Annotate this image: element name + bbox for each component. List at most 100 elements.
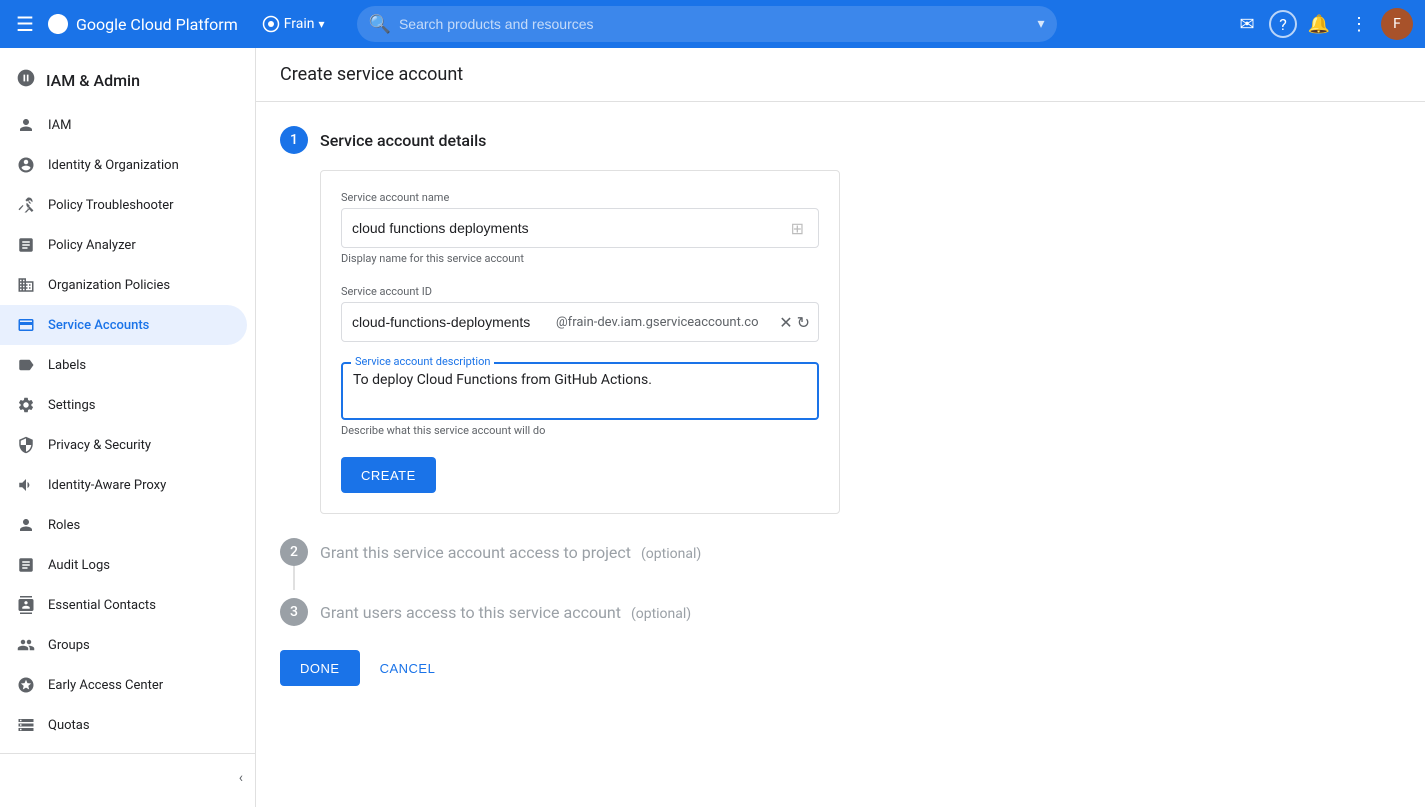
sidebar-item-essential-contacts[interactable]: Essential Contacts: [0, 585, 247, 625]
sidebar-item-service-accounts[interactable]: Service Accounts: [0, 305, 247, 345]
sidebar-title: IAM & Admin: [46, 71, 140, 90]
app-logo: Google Cloud Platform: [46, 12, 238, 36]
sidebar-item-settings[interactable]: Settings: [0, 385, 247, 425]
main-content: Create service account 1 Service account…: [256, 48, 1425, 807]
cancel-button[interactable]: CANCEL: [368, 650, 448, 686]
sidebar-item-roles[interactable]: Roles: [0, 505, 247, 545]
policy-troubleshooter-icon: [16, 196, 36, 214]
step1-circle: 1: [280, 126, 308, 154]
sidebar-item-label: Groups: [48, 638, 90, 653]
sidebar-item-identity-aware-proxy[interactable]: Identity-Aware Proxy: [0, 465, 247, 505]
name-type-icon: ⊞: [787, 215, 808, 242]
step1-section: 1 Service account details Service accoun…: [280, 126, 1401, 514]
sidebar-item-label: Essential Contacts: [48, 598, 156, 613]
step2-subtitle: (optional): [641, 546, 701, 562]
page-header: Create service account: [256, 48, 1425, 102]
iam-icon: [16, 116, 36, 134]
sidebar-item-label: Quotas: [48, 718, 90, 733]
id-input-row: @frain-dev.iam.gserviceaccount.co ✕ ↻: [341, 302, 819, 342]
audit-logs-icon: [16, 556, 36, 574]
step2-title: Grant this service account access to pro…: [320, 543, 701, 562]
step2-circle: 2: [280, 538, 308, 566]
sidebar-item-label: Roles: [48, 518, 80, 533]
id-clear-button[interactable]: ✕: [779, 313, 792, 332]
help-icon[interactable]: ?: [1269, 10, 1297, 38]
step3-section: 3 Grant users access to this service acc…: [280, 598, 1401, 626]
create-button[interactable]: CREATE: [341, 457, 436, 493]
policy-analyzer-icon: [16, 236, 36, 254]
search-icon: 🔍: [369, 14, 391, 35]
identity-org-icon: [16, 156, 36, 174]
notifications-icon[interactable]: 🔔: [1301, 6, 1337, 42]
essential-contacts-icon: [16, 596, 36, 614]
sidebar-item-org-policies[interactable]: Organization Policies: [0, 265, 247, 305]
sidebar-item-label: Audit Logs: [48, 558, 110, 573]
support-icon[interactable]: ✉: [1229, 6, 1265, 42]
sidebar-item-quotas[interactable]: Quotas: [0, 705, 247, 745]
name-field-hint: Display name for this service account: [341, 252, 819, 265]
id-field-full: Service account ID @frain-dev.iam.gservi…: [341, 285, 819, 342]
step1-form-card: Service account name ⊞ Display name for …: [320, 170, 840, 514]
sidebar-item-label: Early Access Center: [48, 678, 163, 693]
sidebar-item-label: Policy Analyzer: [48, 238, 136, 253]
service-account-desc-textarea[interactable]: [353, 372, 807, 408]
sidebar-item-label: Service Accounts: [48, 318, 149, 333]
done-button[interactable]: DONE: [280, 650, 360, 686]
sidebar-item-label: Policy Troubleshooter: [48, 198, 174, 213]
roles-icon: [16, 516, 36, 534]
sidebar-item-early-access-center[interactable]: Early Access Center: [0, 665, 247, 705]
desc-field-hint: Describe what this service account will …: [341, 424, 819, 437]
sidebar-item-groups[interactable]: Groups: [0, 625, 247, 665]
project-dropdown-icon: ▾: [319, 17, 325, 31]
menu-icon[interactable]: ☰: [12, 8, 38, 40]
identity-aware-proxy-icon: [16, 476, 36, 494]
sidebar-item-policy-troubleshooter[interactable]: Policy Troubleshooter: [0, 185, 247, 225]
search-input[interactable]: [399, 16, 1030, 32]
desc-field-label: Service account description: [351, 355, 494, 368]
sidebar-item-iam[interactable]: IAM: [0, 105, 247, 145]
service-accounts-icon: [16, 316, 36, 334]
sidebar-item-labels[interactable]: Labels: [0, 345, 247, 385]
service-account-name-field[interactable]: [352, 220, 787, 236]
sidebar-item-label: Organization Policies: [48, 278, 170, 293]
sidebar-collapse-button[interactable]: ‹: [0, 762, 255, 794]
quotas-icon: [16, 716, 36, 734]
sidebar-item-label: IAM: [48, 118, 71, 133]
gcp-logo-icon: [46, 12, 70, 36]
project-name: Frain: [284, 16, 315, 32]
search-expand-icon[interactable]: ▾: [1038, 16, 1045, 32]
sidebar-item-identity-org[interactable]: Identity & Organization: [0, 145, 247, 185]
sidebar-header: IAM & Admin: [0, 56, 255, 105]
sidebar-item-audit-logs[interactable]: Audit Logs: [0, 545, 247, 585]
iam-admin-icon: [16, 68, 36, 93]
groups-icon: [16, 636, 36, 654]
sidebar-divider: [0, 753, 255, 754]
content-body: 1 Service account details Service accoun…: [256, 102, 1425, 710]
settings-icon: [16, 396, 36, 414]
sidebar: IAM & Admin IAM Identity & Organization …: [0, 48, 256, 807]
org-policies-icon: [16, 276, 36, 294]
service-account-id-input[interactable]: [342, 314, 552, 330]
step2-header: 2 Grant this service account access to p…: [280, 538, 1401, 566]
desc-field-full: Service account description Describe wha…: [341, 362, 819, 437]
more-icon[interactable]: ⋮: [1341, 6, 1377, 42]
sidebar-item-label: Privacy & Security: [48, 438, 151, 453]
avatar[interactable]: F: [1381, 8, 1413, 40]
step3-circle: 3: [280, 598, 308, 626]
sidebar-item-label: Settings: [48, 398, 95, 413]
step3-subtitle: (optional): [631, 606, 691, 622]
project-selector[interactable]: Frain ▾: [254, 11, 333, 37]
layout: IAM & Admin IAM Identity & Organization …: [0, 48, 1425, 807]
name-field-label: Service account name: [341, 191, 819, 204]
step2-section: 2 Grant this service account access to p…: [280, 538, 1401, 590]
id-domain-text: @frain-dev.iam.gserviceaccount.co: [552, 315, 771, 330]
search-bar: 🔍 ▾: [357, 6, 1057, 42]
sidebar-item-label: Labels: [48, 358, 86, 373]
id-field-label: Service account ID: [341, 285, 819, 298]
sidebar-item-privacy-security[interactable]: Privacy & Security: [0, 425, 247, 465]
id-refresh-button[interactable]: ↻: [797, 313, 810, 332]
name-input-box: ⊞: [341, 208, 819, 248]
sidebar-item-policy-analyzer[interactable]: Policy Analyzer: [0, 225, 247, 265]
step-connector-2: [293, 566, 295, 590]
collapse-icon: ‹: [239, 770, 243, 786]
